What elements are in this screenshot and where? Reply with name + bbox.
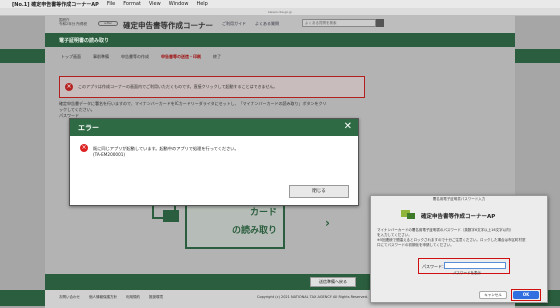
green-bar-left [0,49,45,63]
faq-link[interactable]: よくある質問 [255,21,279,27]
step-top: トップ画面 [61,54,81,59]
close-icon[interactable]: ✕ [344,121,352,132]
read-card-button[interactable]: カード の読み取り [185,199,285,249]
error-banner-text: このアプリは作成コーナーの画面内でご利用いただくものです。直接クリックして起動す… [78,84,278,89]
menu-file[interactable]: File [107,1,115,7]
error-dialog: エラー ✕ × 既に同じアプリが起動しています。起動中のアプリで処理を行ってくだ… [69,118,359,206]
footer-link-terms[interactable]: 利用規約 [126,295,140,300]
dialog-title: エラー [78,124,99,132]
footer-link-contact[interactable]: お問い合わせ [59,295,80,300]
step-create: 申告書等の作成 [121,54,149,59]
menu-window[interactable]: Window [169,1,189,7]
error-icon: × [80,144,88,152]
ok-button[interactable]: OK [513,291,539,299]
search-icon[interactable] [376,19,384,27]
menu-app-name[interactable]: [No.1] 確定申告書等作成コーナーAP [12,1,99,8]
password-field[interactable] [444,262,506,269]
step-prep: 事前準備 [93,54,109,59]
menu-format[interactable]: Format [123,1,141,7]
password-dialog: 署名用電子証明書パスワード入力 確定申告書等作成コーナーAP マイナンバーカード… [370,195,548,303]
site-header: 国税庁 令和2年分 所得税 e-Tax 確定申告書等作成コーナー ご利用ガイド … [45,16,515,33]
error-banner: × このアプリは作成コーナーの画面内でご利用いただくものです。直接クリックして起… [59,76,365,98]
page-title: 確定申告書等作成コーナー [123,21,213,30]
breadcrumb: トップ画面 事前準備 申告書等の作成 申告書等の送信・印刷 終了 [55,52,505,61]
ap-instructions: マイナンバーカードの署名用電子証明書のパスワード（英数字6文字以上16文字以内）… [377,228,526,247]
back-to-send-prep-button[interactable]: 送信準備へ戻る [310,277,356,287]
password-dialog-title: 署名用電子証明書パスワード入力 [432,197,486,201]
org-info: 国税庁 令和2年分 所得税 [59,18,87,26]
browser-toolbar: keisan.nta.go.jp [0,8,560,16]
footer-link-env[interactable]: 推奨環境 [149,295,163,300]
dialog-header: エラー ✕ [70,119,358,136]
menu-view[interactable]: View [149,1,161,7]
instructions: 確定申告書データに署名を行いますので、マイナンバーカードをICカードリーダライタ… [59,101,327,118]
section-header: 電子証明書の読み取り [45,33,515,47]
step-end: 終了 [213,54,221,59]
mac-menu-bar: [No.1] 確定申告書等作成コーナーAP File Format View W… [0,0,560,8]
show-password-checkbox[interactable]: パスワードを表示 [453,271,481,276]
footer-bar-left [0,290,45,306]
guide-link[interactable]: ご利用ガイド [222,21,246,27]
card-reader-icon [401,210,415,219]
chevron-right-icon: › [325,216,330,230]
footer-link-privacy[interactable]: 個人情報保護方針 [89,295,117,300]
ap-app-name: 確定申告書等作成コーナーAP [421,214,496,220]
dialog-close-button[interactable]: 閉じる [289,185,349,198]
green-bar-right [515,49,560,63]
search-input[interactable]: よくある質問を検索 [302,19,376,27]
menu-help[interactable]: Help [196,1,207,7]
section-title: 電子証明書の読み取り [59,38,110,44]
cancel-button[interactable]: キャンセル [479,291,507,299]
copyright: Copyright (c) 2021 NATIONAL TAX AGENCY A… [257,295,369,299]
dialog-message: 既に同じアプリが起動しています。起動中のアプリで処理を行ってください。 (TA-… [93,146,239,157]
error-icon: × [65,83,73,91]
step-send: 申告書等の送信・印刷 [161,54,201,59]
password-label: パスワード： [422,264,446,269]
address-bar[interactable]: keisan.nta.go.jp [250,10,310,14]
etax-badge[interactable]: e-Tax [98,21,118,26]
